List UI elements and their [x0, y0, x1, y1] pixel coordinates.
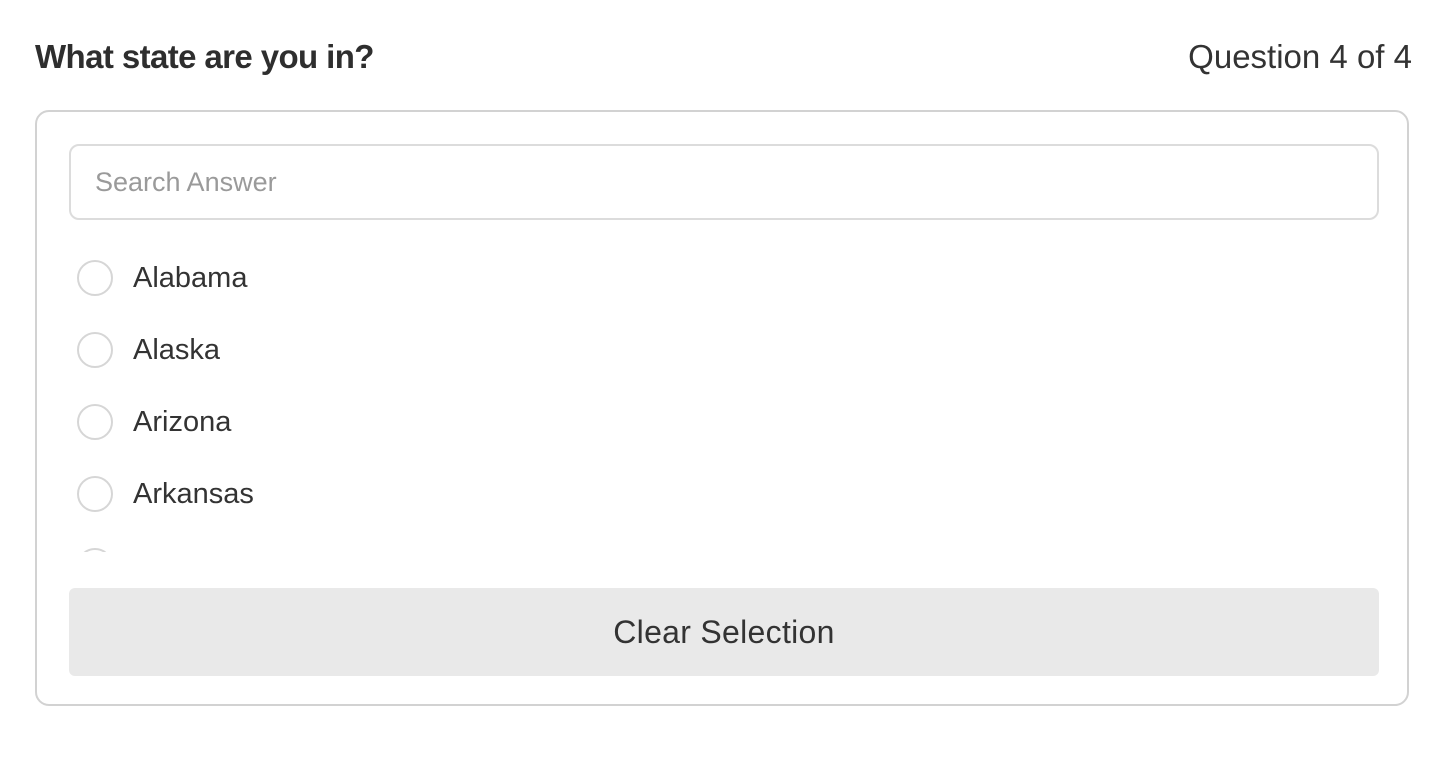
option-arkansas[interactable]: Arkansas	[69, 458, 1379, 530]
question-header: What state are you in? Question 4 of 4	[35, 32, 1412, 82]
option-partially-hidden[interactable]	[69, 530, 1379, 552]
radio-button[interactable]	[77, 404, 113, 440]
clear-selection-button[interactable]: Clear Selection	[69, 588, 1379, 676]
question-title: What state are you in?	[35, 38, 374, 75]
option-label: Alaska	[133, 333, 221, 366]
radio-button[interactable]	[77, 332, 113, 368]
option-arizona[interactable]: Arizona	[69, 386, 1379, 458]
options-list[interactable]: Alabama Alaska Arizona Arkansas	[69, 242, 1379, 552]
radio-button[interactable]	[77, 548, 113, 552]
option-label: Arkansas	[133, 477, 254, 510]
survey-page: What state are you in? Question 4 of 4 A…	[0, 0, 1450, 768]
option-alabama[interactable]: Alabama	[69, 242, 1379, 314]
radio-button[interactable]	[77, 260, 113, 296]
search-answer-input[interactable]	[69, 144, 1379, 220]
radio-button[interactable]	[77, 476, 113, 512]
option-alaska[interactable]: Alaska	[69, 314, 1379, 386]
question-counter: Question 4 of 4	[1188, 38, 1412, 75]
answer-card: Alabama Alaska Arizona Arkansas Clear Se…	[35, 110, 1409, 706]
option-label: Arizona	[133, 405, 232, 438]
option-label: Alabama	[133, 261, 248, 294]
